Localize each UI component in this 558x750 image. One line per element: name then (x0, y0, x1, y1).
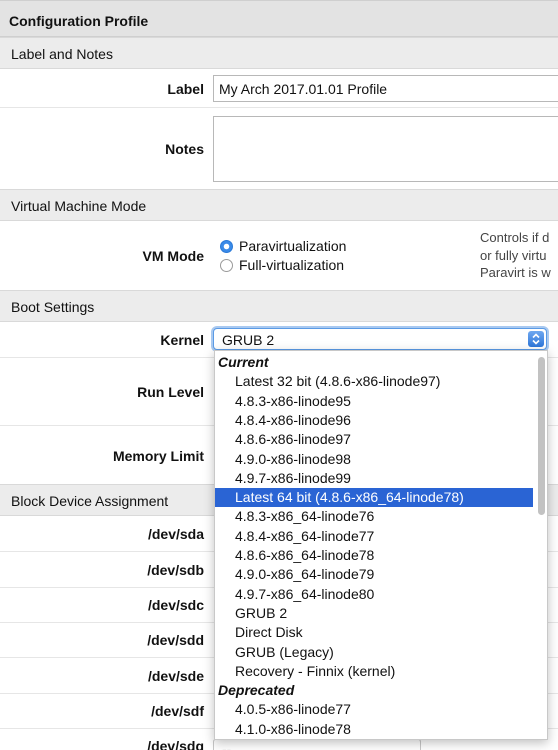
radio-paravirtualization[interactable] (220, 240, 233, 253)
kernel-option[interactable]: 4.9.0-x86_64-linode79 (215, 565, 533, 584)
kernel-select-value: GRUB 2 (222, 332, 275, 348)
section-vm-mode: Virtual Machine Mode (0, 189, 558, 221)
kernel-option[interactable]: GRUB 2 (215, 604, 533, 623)
vm-mode-help-line-2: or fully virtu (480, 248, 547, 263)
notes-textarea[interactable] (213, 116, 558, 182)
kernel-option[interactable]: 4.8.3-x86-linode95 (215, 392, 533, 411)
kernel-option[interactable]: 4.1.0-x86-linode78 (215, 720, 533, 739)
kernel-select[interactable]: GRUB 2 (213, 328, 547, 350)
kernel-option[interactable]: 4.9.7-x86-linode99 (215, 469, 533, 488)
sdg-select-value: -- (222, 741, 232, 750)
vm-mode-help-line-1: Controls if d (480, 230, 550, 245)
kernel-option[interactable]: 4.8.6-x86_64-linode78 (215, 546, 533, 565)
device-label-sdc: /dev/sdc (147, 597, 204, 613)
page-title-bar: Configuration Profile (0, 0, 558, 37)
kernel-dropdown-list[interactable]: Current Latest 32 bit (4.8.6-x86-linode97… (214, 350, 548, 740)
kernel-label: Kernel (160, 332, 204, 348)
device-label-sdf: /dev/sdf (151, 703, 204, 719)
divider (0, 107, 558, 108)
run-level-label: Run Level (137, 384, 204, 400)
device-label-sdg: /dev/sdg (147, 738, 204, 750)
kernel-option[interactable]: Recovery - Finnix (kernel) (215, 662, 533, 681)
kernel-option[interactable]: 4.9.0-x86-linode98 (215, 450, 533, 469)
kernel-option[interactable]: 4.8.4-x86-linode96 (215, 411, 533, 430)
memory-limit-label: Memory Limit (112, 448, 204, 464)
kernel-option[interactable]: Latest 64 bit (4.8.6-x86_64-linode78) (215, 488, 533, 508)
dropdown-scrollbar[interactable] (538, 357, 545, 515)
section-block-devices-title: Block Device Assignment (11, 493, 169, 509)
vm-mode-help-line-3: Paravirt is w (480, 265, 551, 280)
radio-paravirtualization-label[interactable]: Paravirtualization (239, 238, 346, 254)
select-arrows-icon (528, 331, 544, 347)
radio-full-virtualization-label[interactable]: Full-virtualization (239, 257, 344, 273)
section-boot-settings-title: Boot Settings (11, 299, 95, 315)
kernel-option[interactable]: GRUB (Legacy) (215, 643, 533, 662)
radio-full-virtualization[interactable] (220, 259, 233, 272)
label-field-label: Label (167, 81, 204, 97)
kernel-option[interactable]: 4.8.4-x86_64-linode77 (215, 527, 533, 546)
kernel-option[interactable]: 4.8.6-x86-linode97 (215, 430, 533, 449)
kernel-option[interactable]: Latest 32 bit (4.8.6-x86-linode97) (215, 372, 533, 391)
device-label-sde: /dev/sde (147, 668, 204, 684)
page-title: Configuration Profile (9, 13, 149, 29)
kernel-option[interactable]: 4.0.5-x86-linode77 (215, 700, 533, 719)
vm-mode-label: VM Mode (142, 248, 204, 264)
section-vm-mode-title: Virtual Machine Mode (11, 198, 147, 214)
kernel-option-group: Current (218, 354, 269, 370)
section-boot-settings: Boot Settings (0, 290, 558, 322)
label-input[interactable] (213, 75, 558, 102)
kernel-option[interactable]: 4.8.3-x86_64-linode76 (215, 507, 533, 526)
kernel-option[interactable]: 4.9.7-x86_64-linode80 (215, 585, 533, 604)
section-label-notes-title: Label and Notes (11, 46, 113, 62)
section-label-notes: Label and Notes (0, 37, 558, 69)
device-label-sdd: /dev/sdd (147, 632, 204, 648)
kernel-option-group: Deprecated (218, 682, 295, 699)
device-label-sdb: /dev/sdb (147, 562, 204, 578)
notes-field-label: Notes (165, 141, 204, 157)
kernel-option[interactable]: Direct Disk (215, 623, 533, 642)
device-label-sda: /dev/sda (147, 526, 204, 542)
